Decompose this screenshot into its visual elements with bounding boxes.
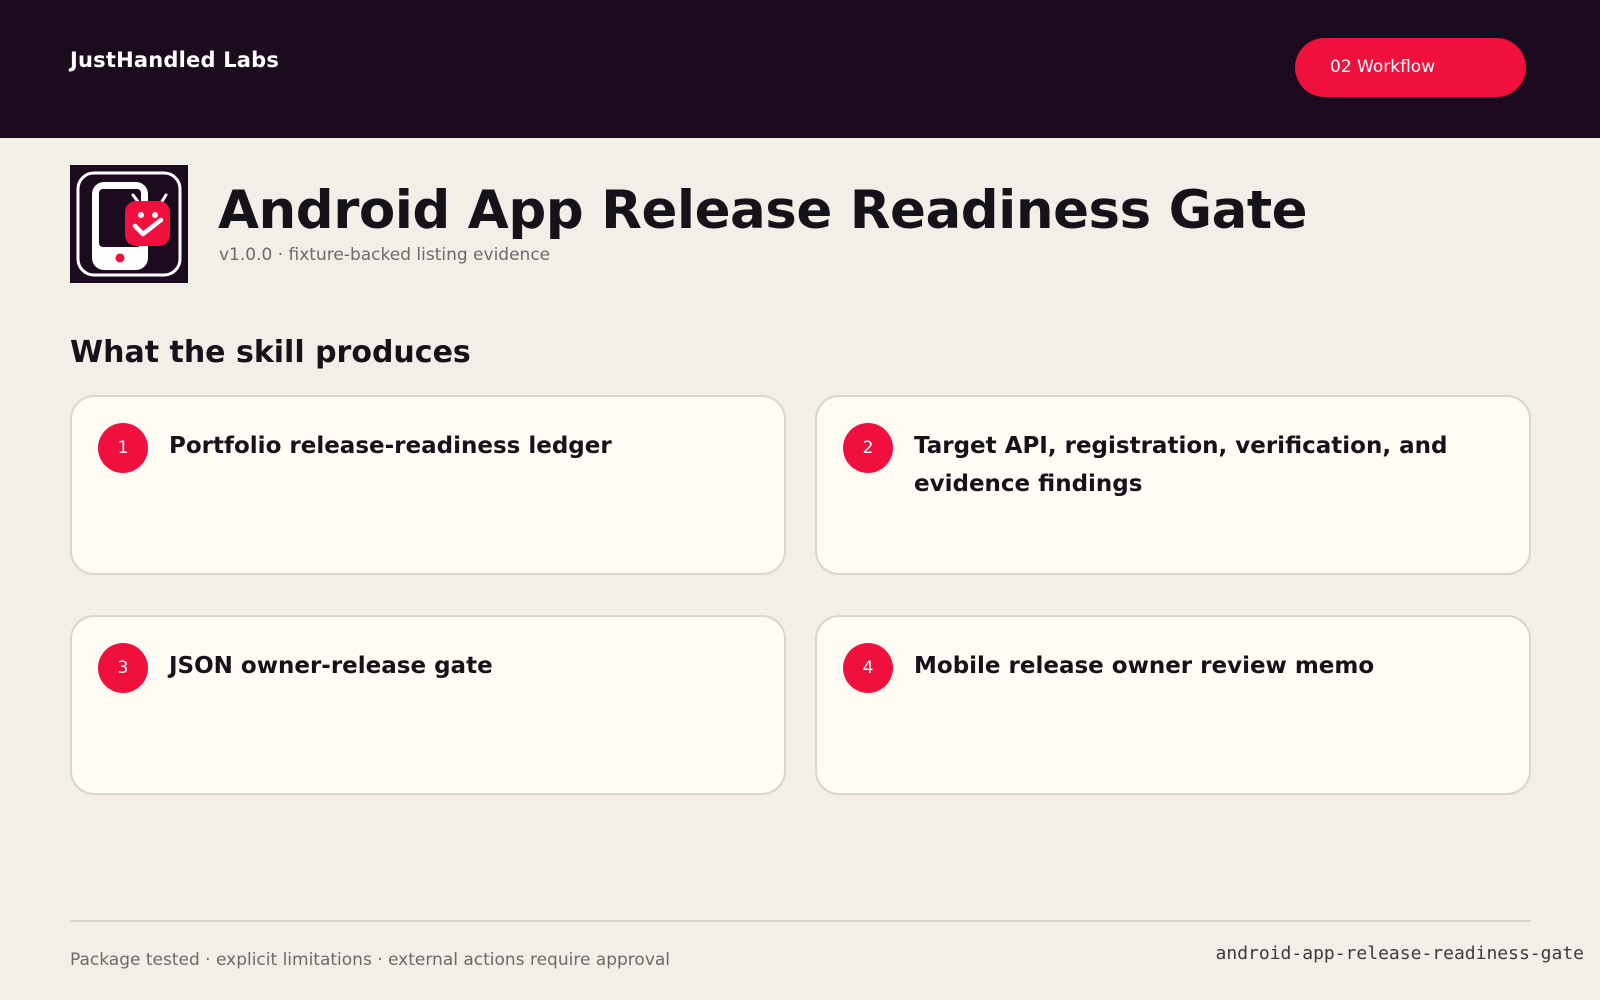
phone-check-icon	[70, 165, 188, 283]
output-label: JSON owner-release gate	[169, 653, 493, 679]
output-label: Target API, registration, verification, …	[914, 433, 1448, 497]
section-title: What the skill produces	[70, 335, 471, 370]
step-number-badge: 4	[843, 643, 893, 693]
workflow-button[interactable]: 02 Workflow	[1295, 38, 1526, 97]
step-number-badge: 1	[98, 423, 148, 473]
output-card: 2 Target API, registration, verification…	[815, 395, 1531, 575]
package-slug: android-app-release-readiness-gate	[1215, 943, 1584, 964]
step-number-badge: 2	[843, 423, 893, 473]
page-title: Android App Release Readiness Gate	[218, 180, 1308, 241]
output-card: 4 Mobile release owner review memo	[815, 615, 1531, 795]
step-number-badge: 3	[98, 643, 148, 693]
output-label: Mobile release owner review memo	[914, 653, 1375, 679]
footer-divider	[70, 920, 1531, 922]
footer-note: Package tested · explicit limitations · …	[70, 950, 671, 970]
output-card: 1 Portfolio release-readiness ledger	[70, 395, 786, 575]
top-bar: JustHandled Labs 02 Workflow	[0, 0, 1600, 138]
output-label: Portfolio release-readiness ledger	[169, 433, 612, 459]
brand-name: JustHandled Labs	[70, 48, 280, 72]
output-card: 3 JSON owner-release gate	[70, 615, 786, 795]
version-subtitle: v1.0.0 · fixture-backed listing evidence	[219, 245, 551, 265]
